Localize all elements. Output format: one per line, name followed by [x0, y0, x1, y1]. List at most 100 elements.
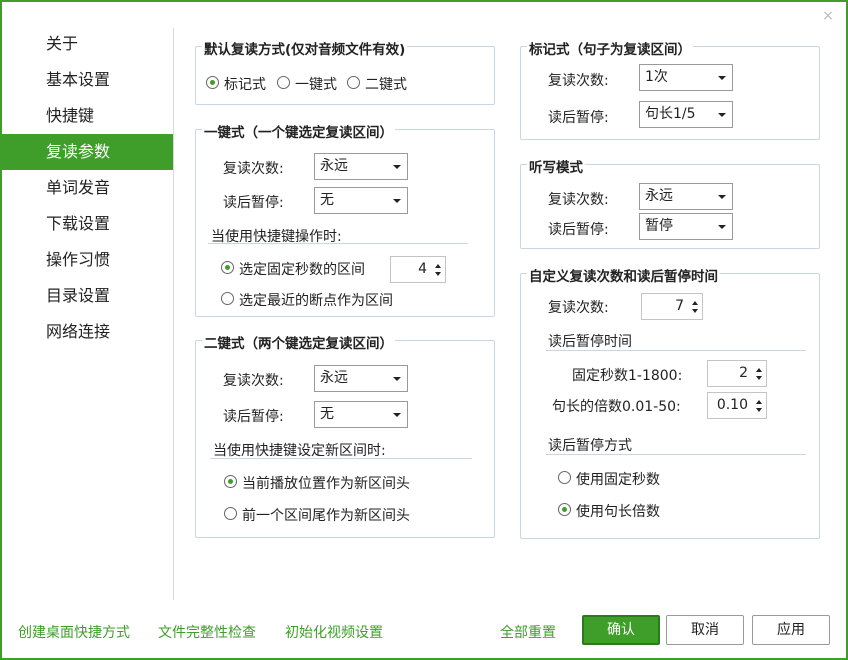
sidebar-item-habits[interactable]: 操作习惯: [2, 242, 173, 278]
two-key-divider: [210, 458, 472, 459]
two-key-repeat-value: 永远: [320, 370, 348, 386]
two-key-current-radio[interactable]: [224, 475, 237, 488]
stepper-up-icon[interactable]: [435, 264, 441, 268]
mark-repeat-value: 1次: [645, 69, 668, 85]
settings-dialog: × 关于 基本设置 快捷键 复读参数 单词发音 下载设置 操作习惯 目录设置 网…: [0, 0, 848, 660]
sidebar-item-network[interactable]: 网络连接: [2, 314, 173, 350]
custom-multiple-label: 句长的倍数0.01-50:: [552, 399, 681, 415]
one-key-repeat-select[interactable]: 永远: [314, 153, 408, 180]
stepper-up-icon[interactable]: [756, 368, 762, 372]
custom-repeat-stepper[interactable]: 7: [641, 293, 703, 320]
one-key-fixed-radio[interactable]: [221, 261, 234, 274]
custom-pause-time-header: 读后暂停时间: [548, 334, 632, 350]
two-key-repeat-label: 复读次数:: [223, 373, 284, 389]
close-icon[interactable]: ×: [820, 8, 836, 24]
two-key-pause-label: 读后暂停:: [223, 409, 284, 425]
stepper-up-icon[interactable]: [692, 301, 698, 305]
mark-pause-value: 句长1/5: [645, 106, 696, 122]
init-video-link[interactable]: 初始化视频设置: [285, 622, 383, 642]
two-key-shortcut-header: 当使用快捷键设定新区间时:: [213, 443, 386, 459]
custom-fixed-value: 2: [739, 365, 748, 381]
reset-all-link[interactable]: 全部重置: [500, 622, 556, 642]
create-shortcut-link[interactable]: 创建桌面快捷方式: [18, 622, 130, 642]
custom-fixed-label: 固定秒数1-1800:: [572, 368, 683, 384]
chevron-down-icon: [718, 113, 726, 117]
apply-button[interactable]: 应用: [752, 615, 830, 645]
sidebar-item-about[interactable]: 关于: [2, 26, 173, 62]
sidebar-divider: [173, 28, 174, 600]
custom-pause-mode-header: 读后暂停方式: [548, 438, 632, 454]
custom-title: 自定义复读次数和读后暂停时间: [527, 265, 720, 285]
cancel-button[interactable]: 取消: [666, 615, 744, 645]
custom-multiple-stepper[interactable]: 0.10: [707, 392, 767, 419]
dictation-pause-select[interactable]: 暂停: [639, 213, 733, 240]
stepper-down-icon[interactable]: [692, 309, 698, 313]
sidebar-nav: 关于 基本设置 快捷键 复读参数 单词发音 下载设置 操作习惯 目录设置 网络连…: [2, 26, 173, 350]
dictation-title: 听写模式: [527, 156, 585, 176]
mode-twokey-label: 二键式: [365, 77, 407, 93]
dictation-group: 听写模式 复读次数: 永远 读后暂停: 暂停: [520, 156, 820, 249]
custom-fixed-stepper[interactable]: 2: [707, 360, 767, 387]
custom-repeat-value: 7: [675, 298, 684, 314]
two-key-group: 二键式（两个键选定复读区间） 复读次数: 永远 读后暂停: 无 当使用快捷键设定…: [195, 332, 495, 538]
stepper-down-icon[interactable]: [756, 408, 762, 412]
one-key-recent-label: 选定最近的断点作为区间: [239, 293, 393, 309]
two-key-prev-radio[interactable]: [224, 507, 237, 520]
chevron-down-icon: [393, 377, 401, 381]
chevron-down-icon: [393, 199, 401, 203]
one-key-fixed-label: 选定固定秒数的区间: [239, 262, 365, 278]
sidebar-item-shortcuts[interactable]: 快捷键: [2, 98, 173, 134]
custom-divider-2: [546, 454, 806, 455]
one-key-repeat-label: 复读次数:: [223, 161, 284, 177]
one-key-fixed-seconds-stepper[interactable]: 4: [390, 256, 446, 283]
one-key-divider: [208, 243, 468, 244]
mode-mark-radio[interactable]: [206, 76, 219, 89]
chevron-down-icon: [718, 76, 726, 80]
default-mode-title: 默认复读方式(仅对音频文件有效): [202, 38, 408, 58]
mode-twokey-radio[interactable]: [347, 76, 360, 89]
mode-onekey-radio[interactable]: [277, 76, 290, 89]
stepper-down-icon[interactable]: [756, 376, 762, 380]
two-key-pause-select[interactable]: 无: [314, 401, 408, 428]
two-key-current-label: 当前播放位置作为新区间头: [242, 476, 410, 492]
one-key-fixed-seconds-value: 4: [418, 261, 427, 277]
dictation-repeat-value: 永远: [645, 188, 673, 204]
two-key-prev-label: 前一个区间尾作为新区间头: [242, 508, 410, 524]
one-key-group: 一键式（一个键选定复读区间） 复读次数: 永远 读后暂停: 无 当使用快捷键操作…: [195, 121, 495, 317]
mark-repeat-select[interactable]: 1次: [639, 64, 733, 91]
chevron-down-icon: [393, 413, 401, 417]
mark-mode-title: 标记式（句子为复读区间）: [527, 38, 693, 58]
dictation-pause-label: 读后暂停:: [548, 222, 609, 238]
two-key-pause-value: 无: [320, 406, 334, 422]
sidebar-item-pronunciation[interactable]: 单词发音: [2, 170, 173, 206]
two-key-repeat-select[interactable]: 永远: [314, 365, 408, 392]
stepper-up-icon[interactable]: [756, 400, 762, 404]
dictation-repeat-select[interactable]: 永远: [639, 183, 733, 210]
sidebar-item-directory[interactable]: 目录设置: [2, 278, 173, 314]
custom-repeat-label: 复读次数:: [548, 300, 609, 316]
mode-mark-label: 标记式: [224, 77, 266, 93]
one-key-recent-radio[interactable]: [221, 292, 234, 305]
custom-multiple-value: 0.10: [716, 397, 748, 413]
default-mode-group: 默认复读方式(仅对音频文件有效) 标记式 一键式 二键式: [195, 38, 495, 105]
mode-onekey-label: 一键式: [295, 77, 337, 93]
sidebar-item-download[interactable]: 下载设置: [2, 206, 173, 242]
mark-mode-group: 标记式（句子为复读区间） 复读次数: 1次 读后暂停: 句长1/5: [520, 38, 820, 140]
dictation-pause-value: 暂停: [645, 218, 673, 234]
ok-button[interactable]: 确认: [582, 615, 660, 645]
sidebar-item-repeat-params[interactable]: 复读参数: [2, 134, 173, 170]
one-key-title: 一键式（一个键选定复读区间）: [202, 121, 395, 141]
sidebar-item-basic[interactable]: 基本设置: [2, 62, 173, 98]
custom-divider-1: [546, 350, 806, 351]
integrity-check-link[interactable]: 文件完整性检查: [158, 622, 256, 642]
one-key-repeat-value: 永远: [320, 158, 348, 174]
mark-pause-label: 读后暂停:: [548, 110, 609, 126]
custom-fixed-radio[interactable]: [558, 471, 571, 484]
custom-multiple-radio[interactable]: [558, 503, 571, 516]
one-key-pause-value: 无: [320, 192, 334, 208]
stepper-down-icon[interactable]: [435, 272, 441, 276]
one-key-pause-select[interactable]: 无: [314, 187, 408, 214]
custom-option-multiple-label: 使用句长倍数: [576, 504, 660, 520]
mark-pause-select[interactable]: 句长1/5: [639, 101, 733, 128]
custom-option-fixed-label: 使用固定秒数: [576, 472, 660, 488]
